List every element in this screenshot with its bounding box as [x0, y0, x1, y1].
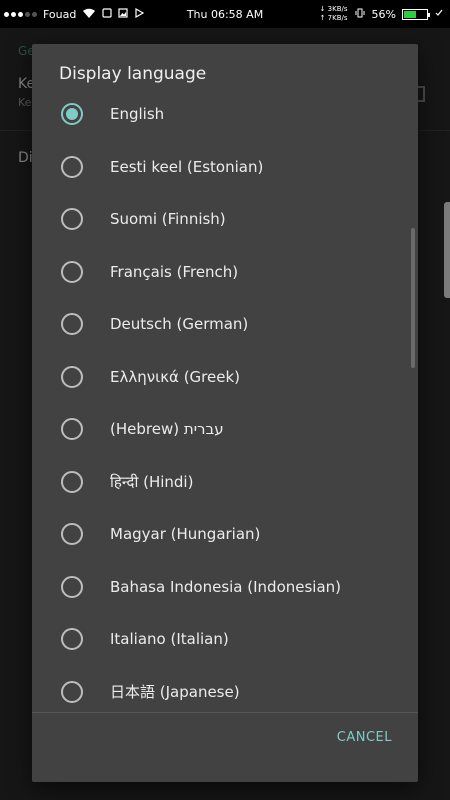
radio-button[interactable] [61, 208, 83, 231]
status-bar: Fouad Thu 06:58 AM ↓ 3KB/s ↑ 7KB/s 56% [0, 0, 450, 28]
language-label: 日本語 (Japanese) [110, 683, 240, 702]
language-item[interactable]: Français (French) [32, 246, 418, 299]
radio-button[interactable] [61, 628, 83, 651]
radio-button[interactable] [61, 418, 83, 441]
cancel-button[interactable]: CANCEL [337, 730, 392, 745]
language-item[interactable]: Eesti keel (Estonian) [32, 141, 418, 194]
language-item[interactable]: Bahasa Indonesia (Indonesian) [32, 561, 418, 614]
radio-button[interactable] [61, 365, 83, 388]
language-label: English [110, 105, 165, 124]
language-item[interactable]: Italiano (Italian) [32, 613, 418, 666]
language-label: Italiano (Italian) [110, 630, 229, 649]
language-label: Bahasa Indonesia (Indonesian) [110, 577, 342, 596]
language-label: हिन्दी (Hindi) [110, 472, 194, 491]
language-label: Suomi (Finnish) [110, 210, 226, 229]
language-label: Français (French) [110, 262, 239, 281]
radio-button[interactable] [61, 155, 83, 178]
language-list[interactable]: English Eesti keel (Estonian) Suomi (Finni… [32, 88, 418, 712]
language-item[interactable]: (Hebrew) עברית [32, 403, 418, 456]
dialog-divider [32, 712, 418, 713]
language-item[interactable]: Suomi (Finnish) [32, 193, 418, 246]
radio-button[interactable] [61, 523, 83, 546]
language-label: Ελληνικά (Greek) [110, 367, 240, 386]
battery-percent: 56% [371, 7, 396, 21]
status-right: ↓ 3KB/s ↑ 7KB/s 56% [320, 0, 444, 28]
radio-button[interactable] [61, 575, 83, 598]
radio-button[interactable] [61, 470, 83, 493]
language-item[interactable]: Deutsch (German) [32, 298, 418, 351]
language-label: Eesti keel (Estonian) [110, 157, 264, 176]
language-label: (Hebrew) עברית [110, 420, 224, 439]
language-item[interactable]: हिन्दी (Hindi) [32, 456, 418, 509]
language-label: Magyar (Hungarian) [110, 525, 261, 544]
language-label: Deutsch (German) [110, 315, 249, 334]
language-item[interactable]: Magyar (Hungarian) [32, 508, 418, 561]
radio-button[interactable] [61, 313, 83, 336]
radio-button[interactable] [61, 260, 83, 283]
vibrate-icon [354, 7, 366, 22]
check-icon [434, 8, 444, 21]
radio-button[interactable] [61, 103, 83, 126]
dialog-title: Display language [59, 64, 207, 84]
scrollbar[interactable] [411, 228, 415, 368]
net-down: ↓ 3KB/s [319, 5, 348, 13]
network-speed: ↓ 3KB/s ↑ 7KB/s [320, 5, 348, 23]
language-item[interactable]: Ελληνικά (Greek) [32, 351, 418, 404]
radio-button[interactable] [61, 680, 83, 703]
language-item[interactable]: 日本語 (Japanese) [32, 666, 418, 713]
net-up: ↑ 7KB/s [319, 14, 348, 22]
language-item[interactable]: English [32, 88, 418, 141]
display-language-dialog: Display language English Eesti keel (Esto… [32, 44, 418, 782]
battery-icon [402, 8, 430, 20]
